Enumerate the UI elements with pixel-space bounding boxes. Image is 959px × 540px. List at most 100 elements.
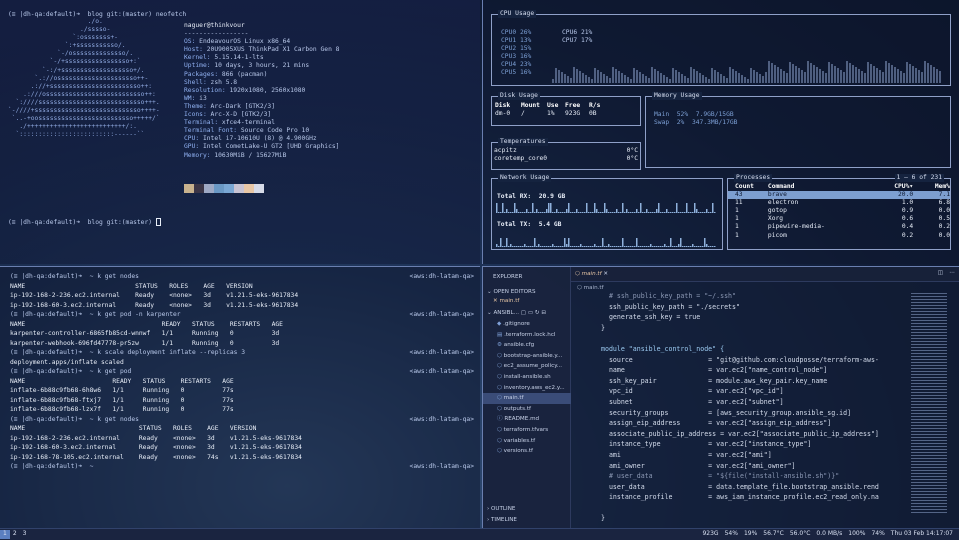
network-graph-bar xyxy=(630,246,632,247)
network-graph-bar xyxy=(550,246,552,247)
cpu-graph-bar xyxy=(777,67,779,83)
timeline-header[interactable]: › TIMELINE xyxy=(487,516,517,524)
workspace-button[interactable]: 1 xyxy=(0,530,10,539)
cpu-graph-bar xyxy=(699,73,701,83)
process-cell: 11 xyxy=(735,199,743,207)
process-row[interactable]: 1 gotop 0.9 0.0 xyxy=(728,207,950,215)
process-row[interactable]: 1 Xorg 0.6 0.5 xyxy=(728,215,950,223)
network-graph-bar xyxy=(702,212,704,213)
file-item[interactable]: ⬡ install-ansible.sh xyxy=(483,372,571,383)
cpu-graph-bar xyxy=(870,64,872,83)
refresh-icon[interactable]: ↻ xyxy=(535,310,540,316)
file-item[interactable]: ⚙ ansible.cfg xyxy=(483,340,571,351)
split-editor-icon[interactable]: ◫ xyxy=(938,269,943,277)
network-graph-bar xyxy=(634,212,636,213)
process-cell: 0.5 xyxy=(938,215,950,223)
cpu-percent: 23% xyxy=(519,61,532,69)
file-item[interactable]: ⬡ inventory.aws_ec2.y... xyxy=(483,383,571,394)
file-name: bootstrap-ansible.y... xyxy=(503,352,563,359)
workspace-button[interactable]: 3 xyxy=(20,530,30,538)
network-graph-bar xyxy=(662,246,664,247)
process-cell: 6.8 xyxy=(938,199,950,207)
process-cell: 1 xyxy=(735,223,739,231)
open-editor-item[interactable]: ✕ main.tf xyxy=(493,297,519,305)
network-graph-bar xyxy=(558,212,560,213)
process-row[interactable]: 1 pipewire-media- 0.4 0.2 xyxy=(728,223,950,231)
info-line: Shell: zsh 5.8 xyxy=(184,79,339,87)
file-item[interactable]: ⬡ variables.tf xyxy=(483,436,571,447)
close-icon[interactable]: ✕ xyxy=(493,298,498,304)
file-item[interactable]: ⬡ terraform.tfvars xyxy=(483,425,571,436)
more-actions-icon[interactable]: ⋯ xyxy=(949,269,955,277)
cpu-list: CPU0 26% CPU1 13% CPU2 15% CPU3 16% CPU4 23%… xyxy=(501,29,531,78)
code-editor[interactable]: # ssh_public_key_path = "~/.ssh" ssh_pub… xyxy=(601,291,909,528)
system-monitor[interactable]: CPU Usage CPU0 26% CPU1 13% CPU2 15% CPU3 1… xyxy=(482,0,959,264)
file-item[interactable]: ▤ .terraform.lock.hcl xyxy=(483,330,571,341)
process-row[interactable]: 43 brave 20.0 7.1 xyxy=(728,191,950,200)
network-graph-bar xyxy=(574,212,576,213)
process-row[interactable]: 1 picom 0.2 0.0 xyxy=(728,232,950,240)
info-value: Intel i7-10610U (8) @ 4.900GHz xyxy=(202,135,317,143)
file-item[interactable]: ⬡ ec2_assume_policy... xyxy=(483,361,571,372)
cpu-graph-bar xyxy=(696,71,698,83)
terminal-line: ip-192-168-2-236.ec2.internal Ready <non… xyxy=(10,292,299,299)
new-folder-icon[interactable]: ▭ xyxy=(528,310,533,316)
file-item[interactable]: ⬡ main.tf xyxy=(483,393,571,404)
info-key: CPU: xyxy=(184,135,200,143)
status-items: 923G 54% 19% 56.7°C 56.0°C 0.0 MB/s 100% 74% Thu… xyxy=(702,530,959,538)
kubectl-terminal[interactable]: (≡ |dh-qa:default)➜ ~ k get nodes <aws:dh… xyxy=(0,266,480,528)
network-graph-bar xyxy=(708,246,710,247)
process-cell: 20.0 xyxy=(898,191,914,199)
cpu-graph-bar xyxy=(873,66,875,83)
file-item[interactable]: ⬡ versions.tf xyxy=(483,446,571,457)
new-file-icon[interactable]: ▢ xyxy=(521,310,526,316)
network-graph-bar xyxy=(596,209,598,213)
info-value: Source Code Pro 10 xyxy=(240,127,310,135)
process-cell: 0.0 xyxy=(938,207,950,215)
cpu-graph-bar xyxy=(795,66,797,83)
vscode-window[interactable]: EXPLORER ⌄ OPEN EDITORS ✕ main.tf ⌄ ANSI… xyxy=(482,266,959,528)
network-graph-bar xyxy=(588,212,590,213)
network-graph-bar xyxy=(682,212,684,213)
terminal-line: (≡ |dh-qa:default)➜ ~ k scale deployment… xyxy=(10,349,246,356)
disk-cell: 1% xyxy=(547,110,555,118)
file-item[interactable]: ⓘ README.md xyxy=(483,414,571,425)
terminal-line: (≡ |dh-qa:default)➜ ~ k get nodes xyxy=(10,273,139,280)
workspace-button[interactable]: 2 xyxy=(10,530,20,538)
outline-header[interactable]: › OUTLINE xyxy=(487,505,515,513)
cpu-name: CPU6 xyxy=(562,29,578,36)
memory-row: Swap 2% 347.3MB/17GB xyxy=(654,119,737,127)
network-graph-bar xyxy=(620,246,622,247)
network-graph-bar xyxy=(684,246,686,247)
cpu-graph-bar xyxy=(570,78,572,83)
network-graph-bar xyxy=(672,246,674,247)
file-item[interactable]: ⬡ bootstrap-ansible.y... xyxy=(483,351,571,362)
open-editors-header[interactable]: ⌄ OPEN EDITORS xyxy=(487,288,536,296)
cpu-graph-bar xyxy=(807,61,809,83)
workspace-root[interactable]: ⌄ ANSIBL... ▢ ▭ ↻ ⊟ xyxy=(487,309,546,317)
file-name: terraform.tfvars xyxy=(503,426,549,433)
network-graph xyxy=(496,203,716,247)
close-tab-icon[interactable]: ✕ xyxy=(603,271,608,277)
file-item[interactable]: ◆ .gitignore xyxy=(483,319,571,330)
network-graph-bar xyxy=(524,244,526,247)
cpu-graph-bar xyxy=(585,75,587,83)
tab-main-tf[interactable]: ⬡ main.tf ✕ xyxy=(575,270,608,278)
neofetch-terminal[interactable]: (≡ |dh-qa:default)➜ blog git:(master) ne… xyxy=(0,0,480,264)
file-icon: ⬡ xyxy=(497,352,504,359)
cpu-graph-bar xyxy=(879,70,881,83)
network-graph-bar xyxy=(528,246,530,247)
cpu-graph-bar xyxy=(579,71,581,83)
process-row[interactable]: 11 electron 1.0 6.8 xyxy=(728,199,950,207)
network-graph-bar xyxy=(640,203,642,213)
cpu-graph-bar xyxy=(798,68,800,83)
collapse-icon[interactable]: ⊟ xyxy=(541,310,546,316)
network-graph-bar xyxy=(542,212,544,213)
network-graph-bar xyxy=(700,212,702,213)
minimap[interactable] xyxy=(911,293,947,513)
palette-swatch xyxy=(184,184,194,193)
file-item[interactable]: ⬡ outputs.tf xyxy=(483,404,571,415)
breadcrumb[interactable]: ⬡ main.tf xyxy=(577,284,604,292)
cpu-graph-bar xyxy=(825,73,827,83)
